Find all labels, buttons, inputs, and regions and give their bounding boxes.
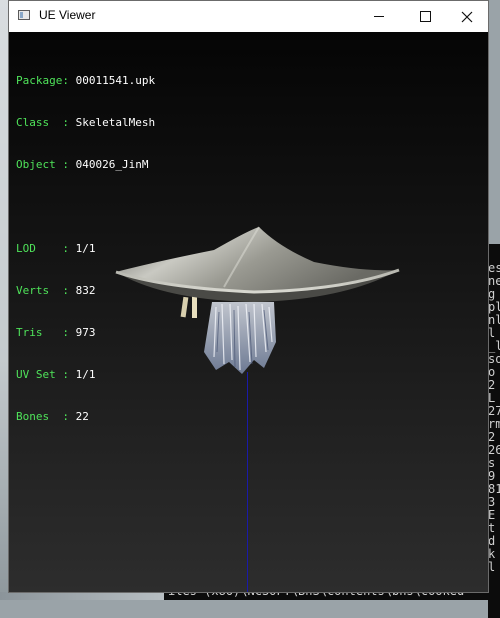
info-label: Class :	[16, 116, 76, 129]
info-value: 22	[75, 410, 89, 423]
maximize-icon	[419, 11, 431, 22]
info-value: 1/1	[75, 368, 96, 381]
info-label: Verts :	[16, 284, 76, 297]
info-label: Object :	[16, 158, 76, 171]
info-class: Class : SkeletalMesh	[16, 116, 155, 130]
minimize-icon	[374, 16, 384, 17]
skeletal-mesh-render	[115, 226, 400, 374]
info-label: Package:	[16, 74, 76, 87]
maximize-button[interactable]	[402, 1, 448, 32]
veil-strands	[204, 302, 276, 374]
bone-axis-line	[247, 372, 248, 592]
close-icon	[461, 11, 473, 22]
app-window: UE Viewer Package: 00011541.upk Class : …	[8, 0, 489, 593]
desktop-background	[0, 0, 8, 600]
info-object: Object : 040026_JinM	[16, 158, 155, 172]
info-value: 040026_JinM	[75, 158, 149, 171]
background-terminal-window: es ne g pl nl l _l so o 2 L 27 rm 2 26 s 9 81 3 Et d k l	[488, 244, 500, 618]
info-value: 973	[75, 326, 96, 339]
info-package: Package: 00011541.upk	[16, 74, 155, 88]
window-title: UE Viewer	[39, 8, 96, 22]
3d-viewport[interactable]: Package: 00011541.upk Class : SkeletalMe…	[9, 32, 488, 592]
info-label: Tris :	[16, 326, 76, 339]
info-value: SkeletalMesh	[75, 116, 156, 129]
info-value: 1/1	[75, 242, 96, 255]
close-button[interactable]	[444, 1, 490, 32]
title-bar[interactable]: UE Viewer	[9, 1, 488, 32]
info-bones: Bones : 22	[16, 410, 155, 424]
desktop-background-bottom	[0, 592, 164, 600]
minimize-button[interactable]	[356, 1, 402, 32]
info-label: UV Set :	[16, 368, 76, 381]
info-label: LOD :	[16, 242, 76, 255]
info-value: 00011541.upk	[75, 74, 156, 87]
info-value: 832	[75, 284, 96, 297]
info-label: Bones :	[16, 410, 76, 423]
terminal-line: l	[488, 560, 496, 574]
window-icon[interactable]	[18, 10, 30, 20]
